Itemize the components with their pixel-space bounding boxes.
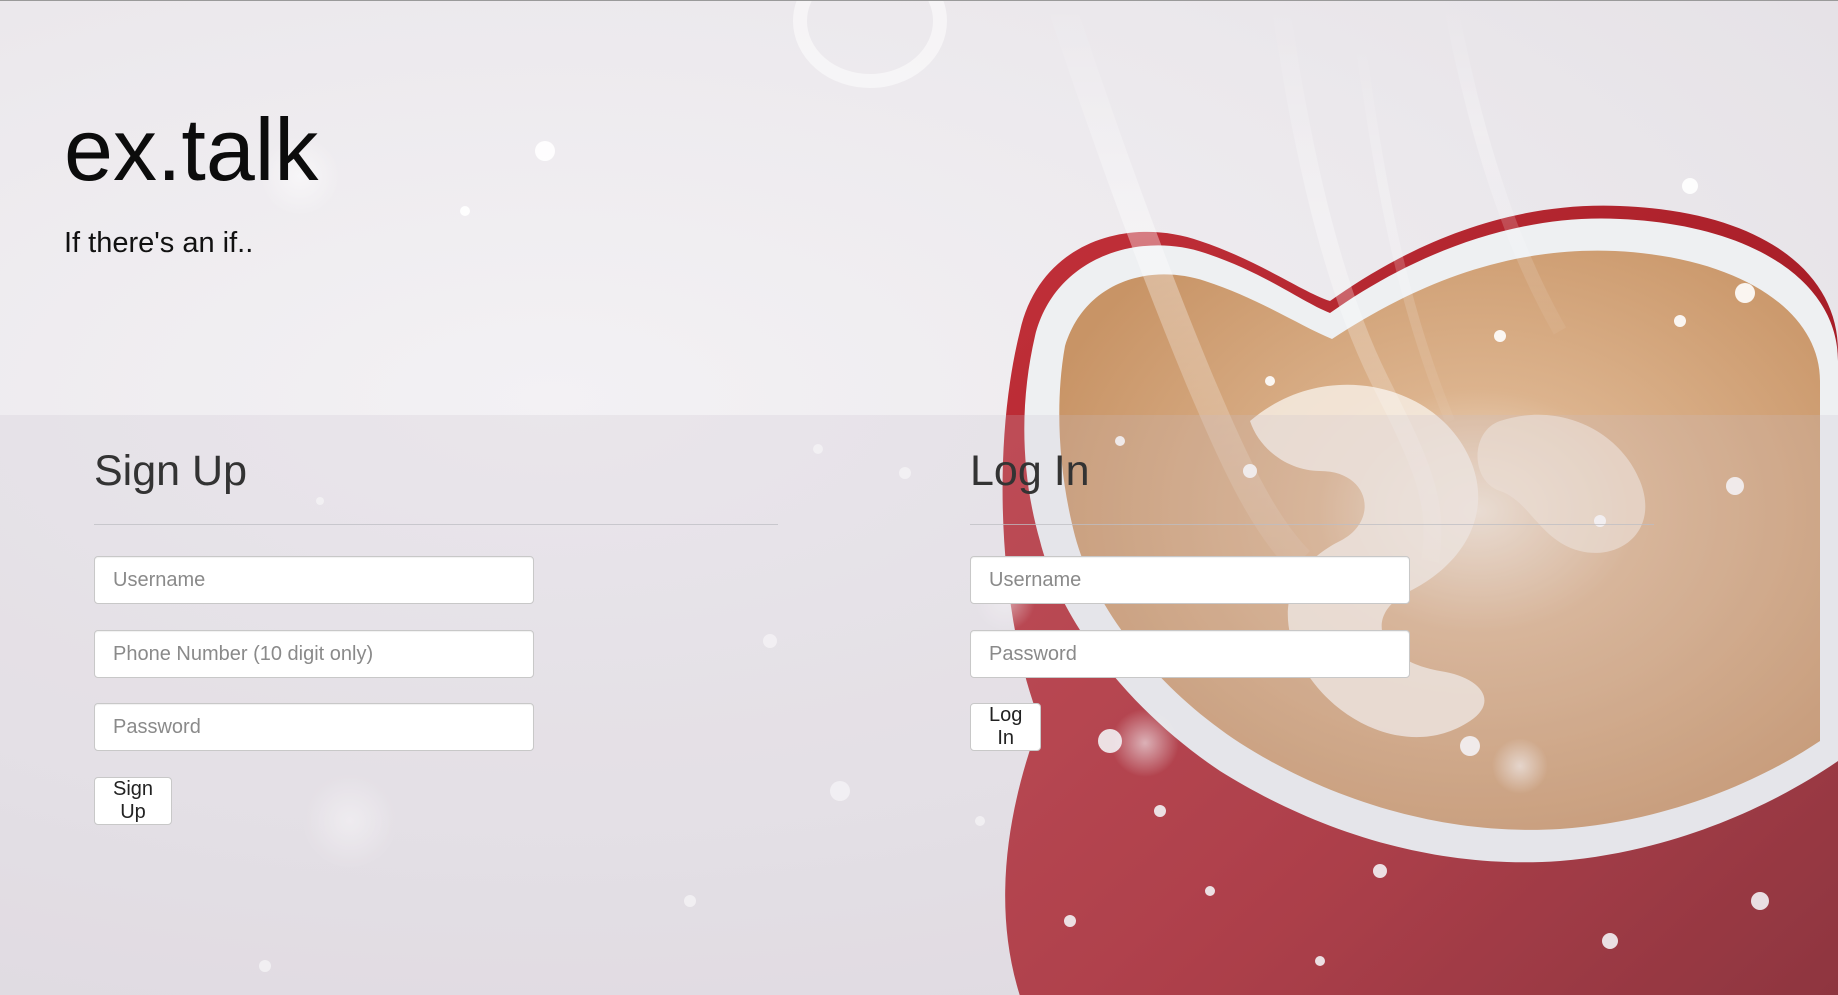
signup-heading: Sign Up (94, 447, 247, 495)
signup-button[interactable]: Sign Up (94, 777, 173, 825)
login-button[interactable]: Log In (970, 703, 1042, 751)
hero-header: ex.talk If there's an if.. (0, 1, 1838, 415)
site-tagline: If there's an if.. (64, 227, 254, 259)
page: ex.talk If there's an if.. Sign Up Sign … (0, 0, 1838, 995)
signup-username-input[interactable] (94, 556, 534, 604)
site-title: ex.talk (64, 100, 319, 199)
login-username-input[interactable] (970, 556, 1410, 604)
signup-divider (94, 524, 778, 525)
forms-section: Sign Up Sign Up Log In Log In (0, 415, 1838, 995)
login-divider (970, 524, 1654, 525)
login-password-input[interactable] (970, 630, 1410, 678)
signup-password-input[interactable] (94, 703, 534, 751)
signup-phone-input[interactable] (94, 630, 534, 678)
login-heading: Log In (970, 447, 1090, 495)
